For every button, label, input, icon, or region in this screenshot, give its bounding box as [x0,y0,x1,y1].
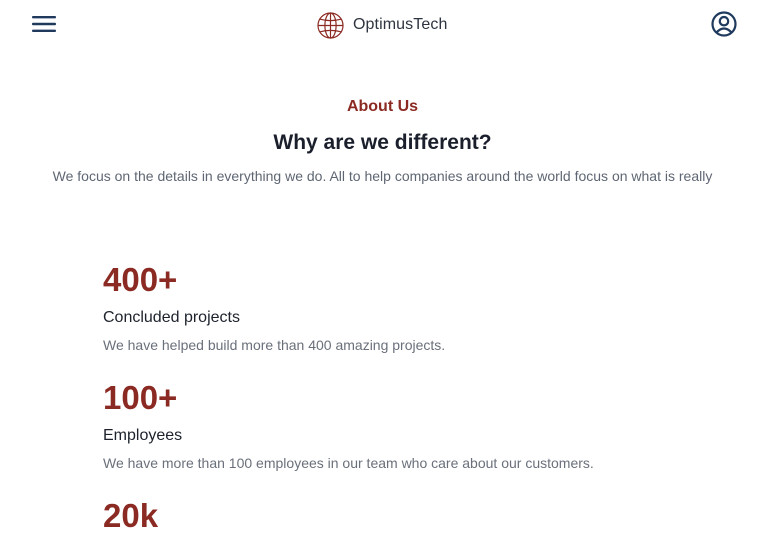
user-circle-icon [709,9,739,39]
brand-link[interactable]: OptimusTech [316,10,447,40]
stat-title: Concluded projects [103,309,240,326]
brand-name: OptimusTech [353,16,448,33]
stat-value: 100+ [103,379,178,416]
stat-value: 20k [103,497,159,534]
section-description: We focus on the details in everything we… [52,168,713,184]
stat-item: 20k [103,494,723,538]
about-section-header: About Us Why are we different? We focus … [0,96,765,185]
section-title: Why are we different? [273,131,492,154]
stat-description: We have helped build more than 400 amazi… [103,337,446,353]
stat-description: We have more than 100 employees in our t… [103,455,594,471]
stat-item: 400+ Concluded projects We have helped b… [103,258,723,354]
stat-item: 100+ Employees We have more than 100 emp… [103,376,723,472]
section-eyebrow: About Us [346,98,419,115]
globe-icon [316,11,345,40]
menu-button[interactable] [30,12,58,36]
stat-title: Employees [103,427,183,444]
stat-value: 400+ [103,261,178,298]
top-navigation-bar: OptimusTech [0,0,765,50]
hamburger-menu-icon [30,12,58,36]
account-button[interactable] [709,9,739,39]
stats-list: 400+ Concluded projects We have helped b… [103,258,723,560]
